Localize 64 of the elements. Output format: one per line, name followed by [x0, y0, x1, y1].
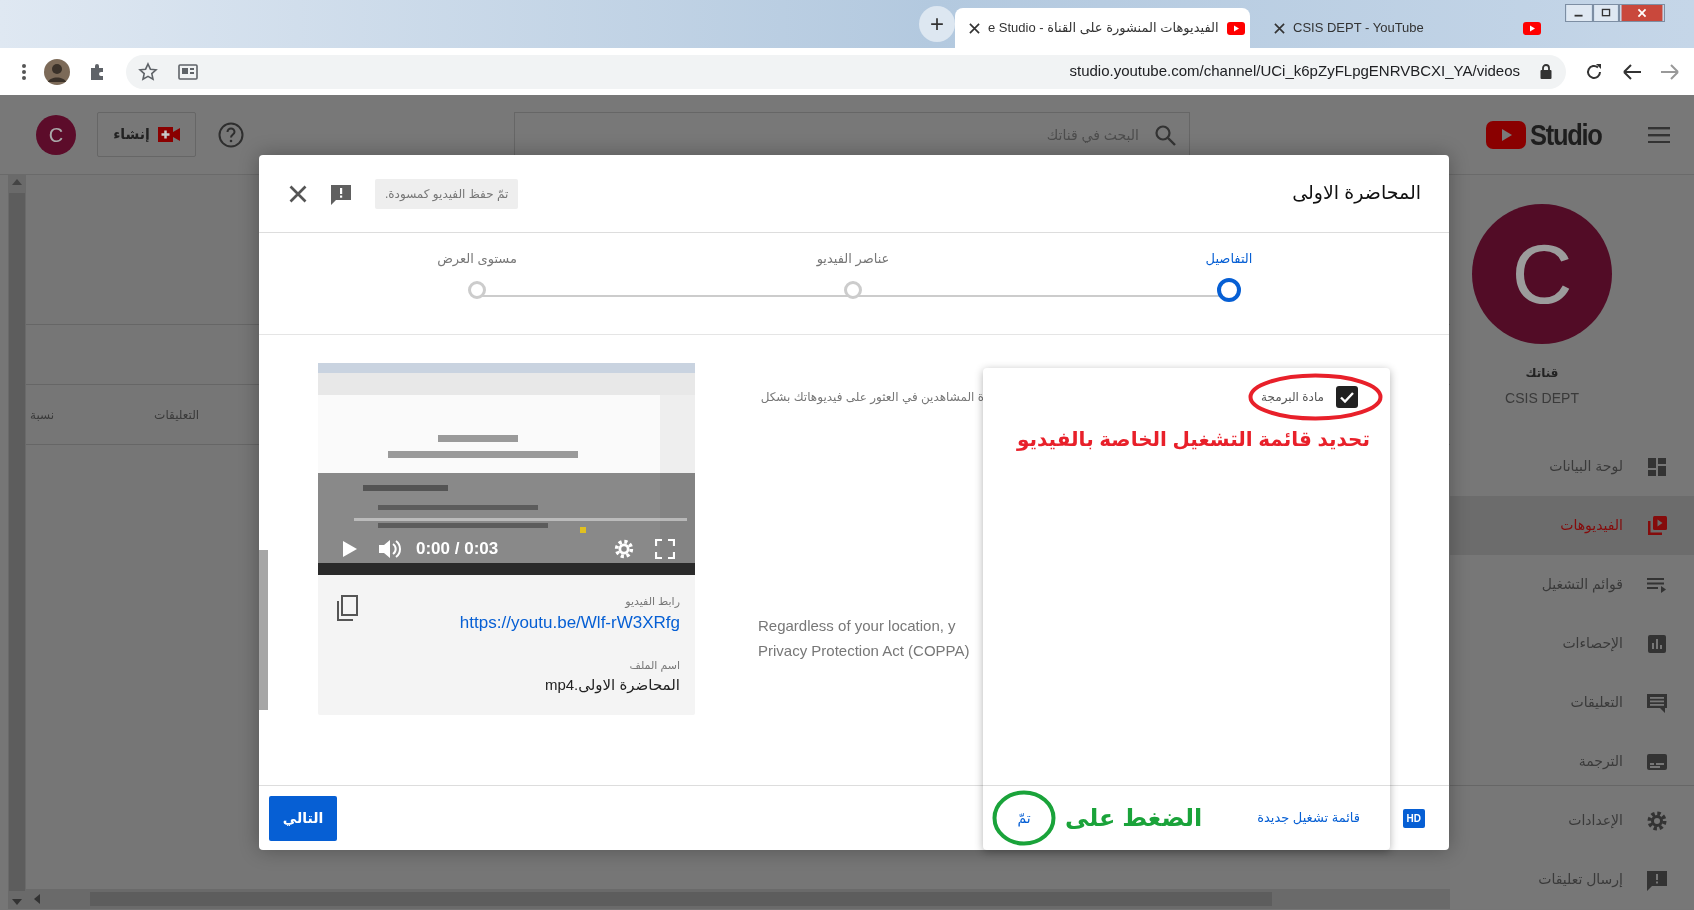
step-label[interactable]: التفاصيل [1205, 249, 1253, 269]
step-label[interactable]: مستوى العرض [437, 249, 517, 269]
help-icon[interactable] [218, 121, 244, 148]
annotation-text: الضغط على [1065, 803, 1203, 834]
video-link[interactable]: https://youtu.be/Wlf-rW3XRfg [459, 609, 680, 635]
scrollbar-thumb[interactable] [9, 193, 25, 891]
field-label: رابط الفيديو [623, 594, 680, 610]
next-button[interactable]: التالي [269, 795, 337, 841]
step-label[interactable]: عناصر الفيديو [816, 249, 890, 269]
channel-name: CSIS DEPT [1505, 389, 1579, 408]
youtube-icon [1226, 21, 1245, 35]
browser-tab[interactable]: CSIS DEPT - YouTube [1260, 8, 1555, 48]
column-header: نسبة [30, 406, 55, 424]
copy-icon[interactable] [334, 595, 358, 621]
close-icon[interactable] [289, 184, 307, 203]
logo-text[interactable]: Studio [1529, 112, 1602, 157]
scrollbar-thumb[interactable] [259, 550, 268, 710]
checkbox[interactable] [1336, 386, 1358, 408]
channel-avatar[interactable]: C [1472, 204, 1612, 344]
youtube-icon [1523, 21, 1541, 35]
close-icon[interactable] [969, 22, 980, 34]
description-text: ة المشاهدين في العثور على فيديوهاتك بشكل [759, 389, 984, 406]
step-indicator[interactable] [1217, 277, 1241, 302]
new-tab-button[interactable]: + [919, 6, 955, 42]
coppa-text: Privacy Protection Act (COPPA) [758, 641, 970, 661]
hd-badge: HD [1402, 808, 1425, 828]
more-icon[interactable] [22, 63, 26, 80]
back-arrow-icon[interactable] [1622, 62, 1642, 81]
field-label: اسم الملف [628, 658, 680, 674]
menu-icon[interactable] [1648, 126, 1670, 143]
reader-icon[interactable] [178, 62, 198, 81]
volume-icon[interactable] [378, 538, 402, 560]
restore-icon[interactable] [1593, 4, 1619, 22]
create-button[interactable]: إنشاء [97, 112, 196, 157]
play-icon[interactable] [342, 540, 358, 558]
search-icon[interactable] [1154, 123, 1176, 146]
column-header: التعليقات [154, 406, 200, 424]
close-icon[interactable] [1274, 22, 1285, 34]
dialog-title: المحاضرة الاولى [1292, 181, 1421, 206]
settings-icon[interactable] [613, 538, 635, 560]
star-icon[interactable] [138, 61, 158, 82]
account-avatar[interactable]: C [36, 114, 76, 155]
check-icon [1340, 391, 1354, 403]
channel-label: قناتك [1525, 365, 1559, 382]
scroll-down-icon[interactable] [12, 899, 22, 905]
lock-icon [1540, 64, 1552, 79]
coppa-text: Regardless of your location, y [758, 616, 957, 636]
video-camera-icon [157, 127, 180, 142]
saved-draft-note: تمّ حفظ الفيديو كمسودة. [375, 178, 519, 209]
file-name: المحاضرة الاولى.mp4 [543, 674, 680, 696]
new-playlist-link[interactable]: قائمة تشغيل جديدة [1257, 808, 1360, 828]
play-logo-icon [1485, 120, 1526, 149]
fullscreen-icon[interactable] [655, 539, 675, 559]
browser-tab[interactable]: الفيديوهات المنشورة على القناة - e Studio [955, 8, 1250, 48]
reload-icon[interactable] [1584, 61, 1604, 82]
video-time: 0:00 / 0:03 [416, 538, 499, 561]
profile-avatar-icon[interactable] [44, 58, 70, 85]
annotation-text: تحديد قائمة التشغيل الخاصة بالفيديو [1016, 427, 1370, 453]
playlist-label[interactable]: مادة البرمجة [1261, 388, 1324, 406]
scroll-left-icon[interactable] [34, 894, 40, 904]
scroll-up-icon[interactable] [12, 179, 22, 185]
forward-arrow-icon[interactable] [1660, 62, 1680, 81]
done-button[interactable]: تمّ [1017, 807, 1031, 829]
video-icon [1645, 513, 1669, 538]
